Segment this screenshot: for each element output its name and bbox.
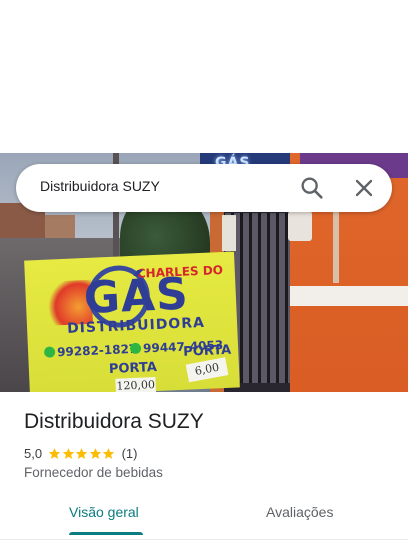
star-icon (48, 447, 61, 459)
whatsapp-icon (129, 342, 142, 355)
close-icon[interactable] (350, 174, 378, 202)
star-icon (62, 447, 74, 459)
place-title: Distribuidora SUZY (24, 410, 204, 433)
active-tab-indicator (69, 532, 143, 535)
tab-overview[interactable]: Visão geral (69, 504, 139, 520)
place-category[interactable]: Fornecedor de bebidas (24, 465, 163, 480)
photo-sign-board: CHARLES DO GÁS DISTRIBUIDORA 99282-1827 … (24, 251, 240, 392)
rating-value: 5,0 (24, 445, 43, 461)
tab-reviews[interactable]: Avaliações (266, 504, 333, 520)
star-icon (102, 447, 115, 459)
tab-bar: Visão geral Avaliações (0, 494, 408, 540)
sign-porta-label: PORTA (108, 359, 158, 378)
photo-wall-box (288, 211, 312, 241)
blank-header-area (0, 0, 408, 153)
review-count[interactable]: (1) (122, 446, 138, 461)
rating-stars (48, 447, 116, 460)
search-icon[interactable] (298, 174, 326, 202)
whatsapp-icon (43, 346, 56, 358)
search-bar[interactable]: Distribuidora SUZY (16, 164, 392, 212)
photo-notice (222, 215, 236, 251)
sign-phone-number: 99282-1827 (56, 341, 138, 360)
star-icon (89, 447, 101, 459)
sign-price-tag: 120,00 (115, 377, 157, 392)
sign-price-tag: 6,00 (185, 357, 229, 383)
photo-wall-stripe (290, 286, 408, 306)
rating-row[interactable]: 5,0 (1) (24, 444, 137, 462)
search-input[interactable]: Distribuidora SUZY (40, 178, 160, 194)
star-icon (75, 447, 88, 459)
sign-phone: 99282-1827 (43, 341, 138, 360)
